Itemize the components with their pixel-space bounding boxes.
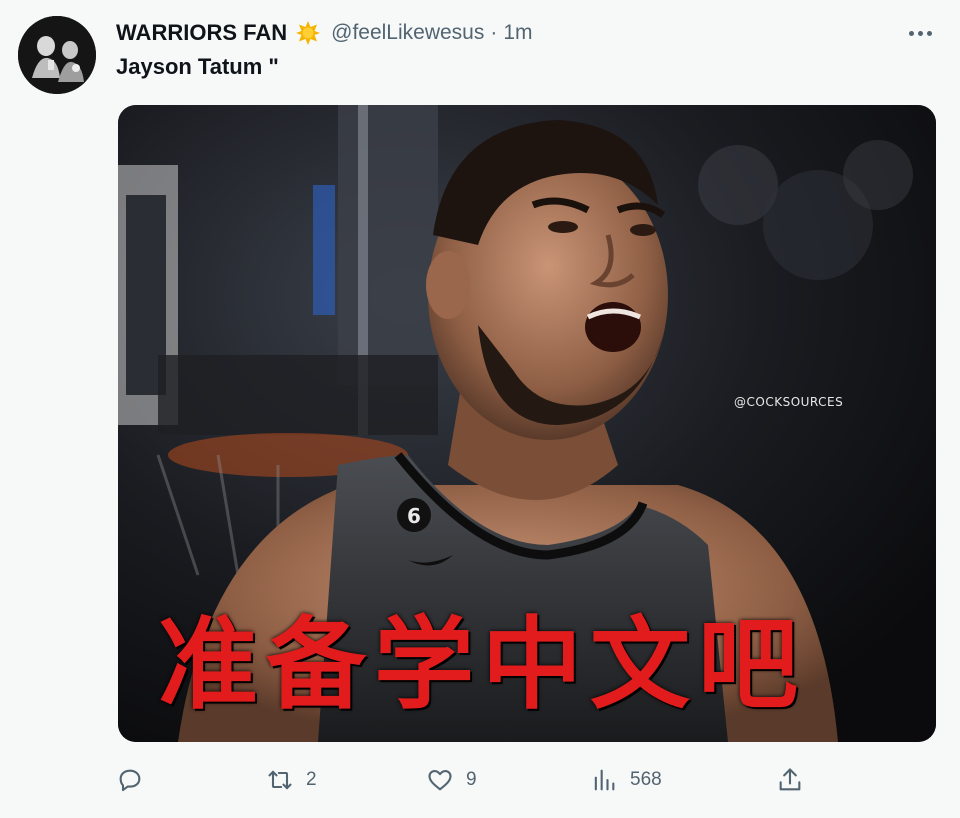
- like-button[interactable]: 9: [426, 760, 477, 800]
- retweet-count: 2: [306, 769, 317, 790]
- like-count: 9: [466, 769, 477, 790]
- more-dot-icon: [926, 30, 932, 36]
- tweet-actions: 2 9 568: [116, 760, 816, 800]
- display-name[interactable]: WARRIORS FAN: [116, 20, 287, 46]
- views-count: 568: [630, 769, 662, 790]
- views-chart-icon: [590, 766, 618, 794]
- more-options-button[interactable]: [900, 18, 940, 48]
- reply-icon: [116, 766, 144, 794]
- more-dot-icon: [917, 30, 923, 36]
- timestamp[interactable]: 1m: [503, 21, 532, 45]
- retweet-icon: [266, 766, 294, 794]
- avatar[interactable]: [18, 16, 96, 94]
- more-dot-icon: [908, 30, 914, 36]
- retweet-button[interactable]: 2: [266, 760, 317, 800]
- heart-icon: [426, 766, 454, 794]
- svg-text:6: 6: [407, 504, 421, 528]
- views-button[interactable]: 568: [590, 760, 662, 800]
- tweet-media[interactable]: 6 @COCKSOURCES 准备学中文吧: [118, 105, 936, 742]
- reply-button[interactable]: [116, 760, 144, 800]
- share-icon: [776, 766, 804, 794]
- photo-caption: 准备学中文吧: [158, 606, 806, 723]
- user-handle[interactable]: @feelLikewesus: [331, 21, 484, 45]
- tweet-text: Jayson Tatum ": [116, 54, 279, 79]
- photo-watermark: @COCKSOURCES: [734, 395, 844, 409]
- sun-badge-icon: [295, 20, 321, 46]
- separator-dot: ·: [490, 21, 498, 44]
- tweet-header: WARRIORS FAN @feelLikewesus · 1m: [116, 18, 940, 48]
- share-button[interactable]: [776, 760, 804, 800]
- tweet-card: WARRIORS FAN @feelLikewesus · 1m Jayson …: [0, 0, 960, 818]
- avatar-image: [18, 16, 96, 94]
